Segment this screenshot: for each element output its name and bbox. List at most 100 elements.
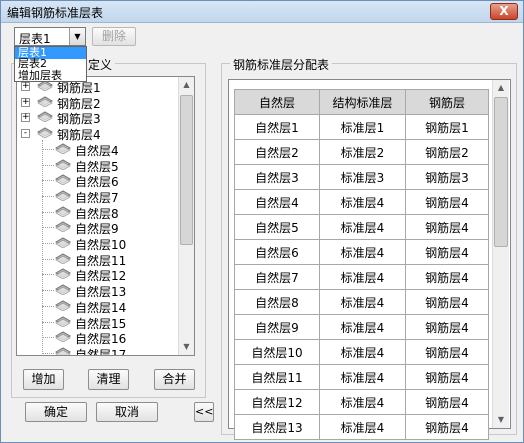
- close-button[interactable]: X: [490, 3, 518, 20]
- table-cell[interactable]: 钢筋层4: [405, 264, 489, 290]
- table-cell[interactable]: 标准层4: [319, 314, 406, 340]
- scroll-up-arrow[interactable]: ▲: [179, 77, 194, 93]
- table-cell[interactable]: 标准层4: [319, 214, 406, 240]
- table-row[interactable]: 自然层8 标准层4 钢筋层4: [234, 289, 489, 315]
- dropdown-option[interactable]: 增加层表: [15, 69, 86, 82]
- table-cell[interactable]: 自然层5: [234, 214, 320, 240]
- tree-item-natural-floor[interactable]: 自然层12: [17, 266, 177, 283]
- ok-button[interactable]: 确定: [25, 402, 87, 422]
- expand-icon[interactable]: +: [21, 97, 30, 107]
- table-cell[interactable]: 标准层4: [319, 189, 406, 215]
- table-dropdown-list[interactable]: 层表1 层表2 增加层表: [14, 46, 87, 82]
- expand-icon[interactable]: +: [21, 82, 30, 91]
- table-cell[interactable]: 钢筋层4: [405, 364, 489, 390]
- table-cell[interactable]: 标准层4: [319, 339, 406, 365]
- chevron-down-icon[interactable]: ▼: [69, 28, 85, 45]
- collapse-icon[interactable]: -: [21, 129, 30, 139]
- table-cell[interactable]: 自然层10: [234, 339, 320, 365]
- table-cell[interactable]: 自然层4: [234, 189, 320, 215]
- table-row[interactable]: 自然层9 标准层4 钢筋层4: [234, 314, 489, 340]
- table-cell[interactable]: 钢筋层4: [405, 214, 489, 240]
- scroll-down-arrow[interactable]: ▼: [493, 412, 509, 428]
- table-row[interactable]: 自然层5 标准层4 钢筋层4: [234, 214, 489, 240]
- collapse-panel-button[interactable]: <<: [194, 402, 214, 422]
- table-cell[interactable]: 钢筋层4: [405, 289, 489, 315]
- table-row[interactable]: 自然层13 标准层4 钢筋层4: [234, 414, 489, 440]
- table-cell[interactable]: 自然层6: [234, 239, 320, 265]
- table-select-combo[interactable]: 层表1 ▼: [14, 27, 86, 46]
- table-cell[interactable]: 标准层4: [319, 289, 406, 315]
- tree-connector: [42, 258, 54, 260]
- table-cell[interactable]: 钢筋层3: [405, 164, 489, 190]
- table-row[interactable]: 自然层2 标准层2 钢筋层2: [234, 139, 489, 165]
- tree-item-natural-floor[interactable]: 自然层10: [17, 235, 177, 252]
- tree-item-natural-floor[interactable]: 自然层13: [17, 282, 177, 299]
- table-cell[interactable]: 标准层4: [319, 264, 406, 290]
- table-cell[interactable]: 钢筋层1: [405, 114, 489, 140]
- tree-item-rebar-layer[interactable]: + 钢筋层2: [17, 94, 177, 111]
- table-cell[interactable]: 自然层3: [234, 164, 320, 190]
- tree-item-natural-floor[interactable]: 自然层8: [17, 204, 177, 221]
- table-cell[interactable]: 钢筋层4: [405, 414, 489, 440]
- table-cell[interactable]: 钢筋层4: [405, 389, 489, 415]
- tree-item-natural-floor[interactable]: 自然层16: [17, 329, 177, 346]
- table-row[interactable]: 自然层12 标准层4 钢筋层4: [234, 389, 489, 415]
- layer-tree[interactable]: + 钢筋层1 + 钢筋层2 + 钢筋层3- 钢筋层4 自然层4 自然层5 自然层6 自然层7 自然层8…: [16, 76, 195, 356]
- table-cell[interactable]: 自然层9: [234, 314, 320, 340]
- table-cell[interactable]: 钢筋层2: [405, 139, 489, 165]
- table-row[interactable]: 自然层3 标准层3 钢筋层3: [234, 164, 489, 190]
- column-header-natural-floor[interactable]: 自然层: [234, 89, 320, 115]
- tree-item-natural-floor[interactable]: 自然层5: [17, 157, 177, 174]
- table-cell[interactable]: 标准层4: [319, 414, 406, 440]
- table-row[interactable]: 自然层1 标准层1 钢筋层1: [234, 114, 489, 140]
- column-header-rebar-floor[interactable]: 钢筋层: [405, 89, 489, 115]
- merge-button[interactable]: 合并: [154, 369, 195, 390]
- table-cell[interactable]: 自然层2: [234, 139, 320, 165]
- layer-icon: [55, 158, 71, 170]
- table-row[interactable]: 自然层10 标准层4 钢筋层4: [234, 339, 489, 365]
- column-header-structure-floor[interactable]: 结构标准层: [319, 89, 406, 115]
- tree-item-natural-floor[interactable]: 自然层4: [17, 141, 177, 158]
- tree-item-rebar-layer[interactable]: + 钢筋层3: [17, 109, 177, 126]
- table-row[interactable]: 自然层11 标准层4 钢筋层4: [234, 364, 489, 390]
- table-cell[interactable]: 自然层13: [234, 414, 320, 440]
- delete-button[interactable]: 删除: [92, 27, 136, 46]
- tree-item-natural-floor[interactable]: 自然层6: [17, 172, 177, 189]
- table-cell[interactable]: 标准层2: [319, 139, 406, 165]
- table-cell[interactable]: 标准层3: [319, 164, 406, 190]
- tree-scrollbar[interactable]: ▲ ▼: [178, 77, 194, 355]
- tree-item-natural-floor[interactable]: 自然层17: [17, 345, 177, 355]
- table-cell[interactable]: 钢筋层4: [405, 239, 489, 265]
- tree-item-natural-floor[interactable]: 自然层15: [17, 314, 177, 331]
- layer-icon: [55, 331, 71, 343]
- table-cell[interactable]: 自然层11: [234, 364, 320, 390]
- tree-item-natural-floor[interactable]: 自然层11: [17, 251, 177, 268]
- table-cell[interactable]: 标准层4: [319, 239, 406, 265]
- add-button[interactable]: 增加: [23, 369, 64, 390]
- scroll-thumb[interactable]: [494, 97, 508, 247]
- expand-icon[interactable]: +: [21, 113, 30, 123]
- scroll-thumb[interactable]: [180, 95, 193, 245]
- tree-item-natural-floor[interactable]: 自然层9: [17, 219, 177, 236]
- clear-button[interactable]: 清理: [88, 369, 129, 390]
- tree-item-natural-floor[interactable]: 自然层14: [17, 298, 177, 315]
- table-cell[interactable]: 自然层7: [234, 264, 320, 290]
- table-cell[interactable]: 自然层1: [234, 114, 320, 140]
- table-cell[interactable]: 标准层1: [319, 114, 406, 140]
- table-cell[interactable]: 自然层12: [234, 389, 320, 415]
- table-scrollbar[interactable]: ▲ ▼: [492, 80, 509, 428]
- scroll-up-arrow[interactable]: ▲: [493, 80, 509, 96]
- table-cell[interactable]: 自然层8: [234, 289, 320, 315]
- tree-item-natural-floor[interactable]: 自然层7: [17, 188, 177, 205]
- cancel-button[interactable]: 取消: [96, 402, 158, 422]
- table-cell[interactable]: 钢筋层4: [405, 314, 489, 340]
- table-cell[interactable]: 标准层4: [319, 389, 406, 415]
- tree-item-rebar-layer[interactable]: - 钢筋层4: [17, 125, 177, 142]
- scroll-down-arrow[interactable]: ▼: [179, 339, 194, 355]
- table-cell[interactable]: 钢筋层4: [405, 339, 489, 365]
- table-row[interactable]: 自然层7 标准层4 钢筋层4: [234, 264, 489, 290]
- table-cell[interactable]: 标准层4: [319, 364, 406, 390]
- table-row[interactable]: 自然层6 标准层4 钢筋层4: [234, 239, 489, 265]
- table-row[interactable]: 自然层4 标准层4 钢筋层4: [234, 189, 489, 215]
- table-cell[interactable]: 钢筋层4: [405, 189, 489, 215]
